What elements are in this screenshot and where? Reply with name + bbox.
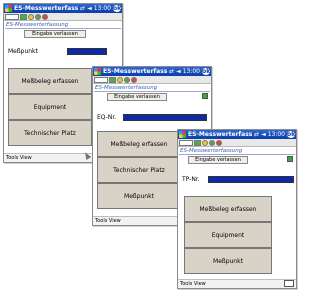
window-title: ES-Messwerterfass <box>103 68 168 75</box>
messbeleg-button[interactable]: Meßbeleg erfassen <box>184 196 272 222</box>
windows-start-icon[interactable] <box>94 68 101 75</box>
sync-arrows-icon[interactable]: ⇄ <box>169 67 174 76</box>
menu-bar[interactable]: Tools View <box>178 279 296 288</box>
title-bar: ES-Messwerterfass ⇄ ◄ 13:00 ok <box>93 67 211 76</box>
edit-icon[interactable] <box>202 93 208 99</box>
equipment-button[interactable]: Equipment <box>8 94 92 120</box>
sync-arrows-icon[interactable]: ⇄ <box>80 4 85 13</box>
dropdown-icon[interactable] <box>5 13 19 20</box>
technischer-platz-button[interactable]: Technischer Platz <box>97 157 181 183</box>
messbeleg-button[interactable]: Meßbeleg erfassen <box>97 131 181 157</box>
subtitle-divider <box>179 154 295 155</box>
edit-icon[interactable] <box>287 156 293 162</box>
field-label: EQ-Nr. <box>97 114 117 121</box>
clock-time: 13:00 <box>93 5 111 12</box>
toolbar <box>4 13 122 21</box>
dropdown-icon[interactable] <box>179 139 193 146</box>
toolbar <box>93 76 211 84</box>
field-label: TP-Nr. <box>182 176 200 183</box>
subtitle-divider <box>94 91 210 92</box>
subtitle-divider <box>5 28 121 29</box>
smiley-icon[interactable] <box>117 76 123 83</box>
title-bar: ES-Messwerterfass ⇄ ◄ 13:00 ok <box>178 130 296 139</box>
sync-arrows-icon[interactable]: ⇄ <box>254 130 259 139</box>
clock-time: 13:00 <box>182 68 200 75</box>
exit-input-button[interactable]: Eingabe verlassen <box>107 93 167 101</box>
save-icon[interactable] <box>35 13 41 20</box>
windows-start-icon[interactable] <box>5 5 12 12</box>
speaker-icon[interactable]: ◄ <box>261 130 266 139</box>
dropdown-icon[interactable] <box>94 76 108 83</box>
save-icon[interactable] <box>209 139 215 146</box>
ok-button[interactable]: ok <box>113 5 121 12</box>
stop-icon[interactable] <box>216 139 222 146</box>
window-technischer-platz: ES-Messwerterfass ⇄ ◄ 13:00 ok ES-Messwe… <box>177 129 297 289</box>
tp-nr-input[interactable] <box>208 176 294 183</box>
stop-icon[interactable] <box>131 76 137 83</box>
window-title: ES-Messwerterfass <box>188 131 253 138</box>
messpunkt-button[interactable]: Meßpunkt <box>184 248 272 274</box>
save-icon[interactable] <box>124 76 130 83</box>
smiley-icon[interactable] <box>202 139 208 146</box>
exit-input-button[interactable]: Eingabe verlassen <box>188 156 248 164</box>
check-icon[interactable] <box>109 76 116 83</box>
equipment-button[interactable]: Equipment <box>184 222 272 248</box>
window-title: ES-Messwerterfass <box>14 5 79 12</box>
exit-input-button[interactable]: Eingabe verlassen <box>24 30 86 38</box>
clock-time: 13:00 <box>267 131 285 138</box>
speaker-icon[interactable]: ◄ <box>87 4 92 13</box>
ok-button[interactable]: ok <box>202 68 210 75</box>
smiley-icon[interactable] <box>28 13 34 20</box>
title-bar: ES-Messwerterfass ⇄ ◄ 13:00 ok <box>4 4 122 13</box>
check-icon[interactable] <box>20 13 27 20</box>
messpunkt-input[interactable] <box>67 48 107 55</box>
field-label: Meßpunkt <box>8 48 38 55</box>
stop-icon[interactable] <box>42 13 48 20</box>
check-icon[interactable] <box>194 139 201 146</box>
messbeleg-button[interactable]: Meßbeleg erfassen <box>8 68 92 94</box>
windows-start-icon[interactable] <box>179 131 186 138</box>
keyboard-icon[interactable] <box>284 280 294 287</box>
speaker-icon[interactable]: ◄ <box>176 67 181 76</box>
toolbar <box>178 139 296 147</box>
messpunkt-button[interactable]: Meßpunkt <box>97 183 181 209</box>
ok-button[interactable]: ok <box>287 131 295 138</box>
technischer-platz-button[interactable]: Technischer Platz <box>8 120 92 146</box>
eq-nr-input[interactable] <box>123 114 207 121</box>
